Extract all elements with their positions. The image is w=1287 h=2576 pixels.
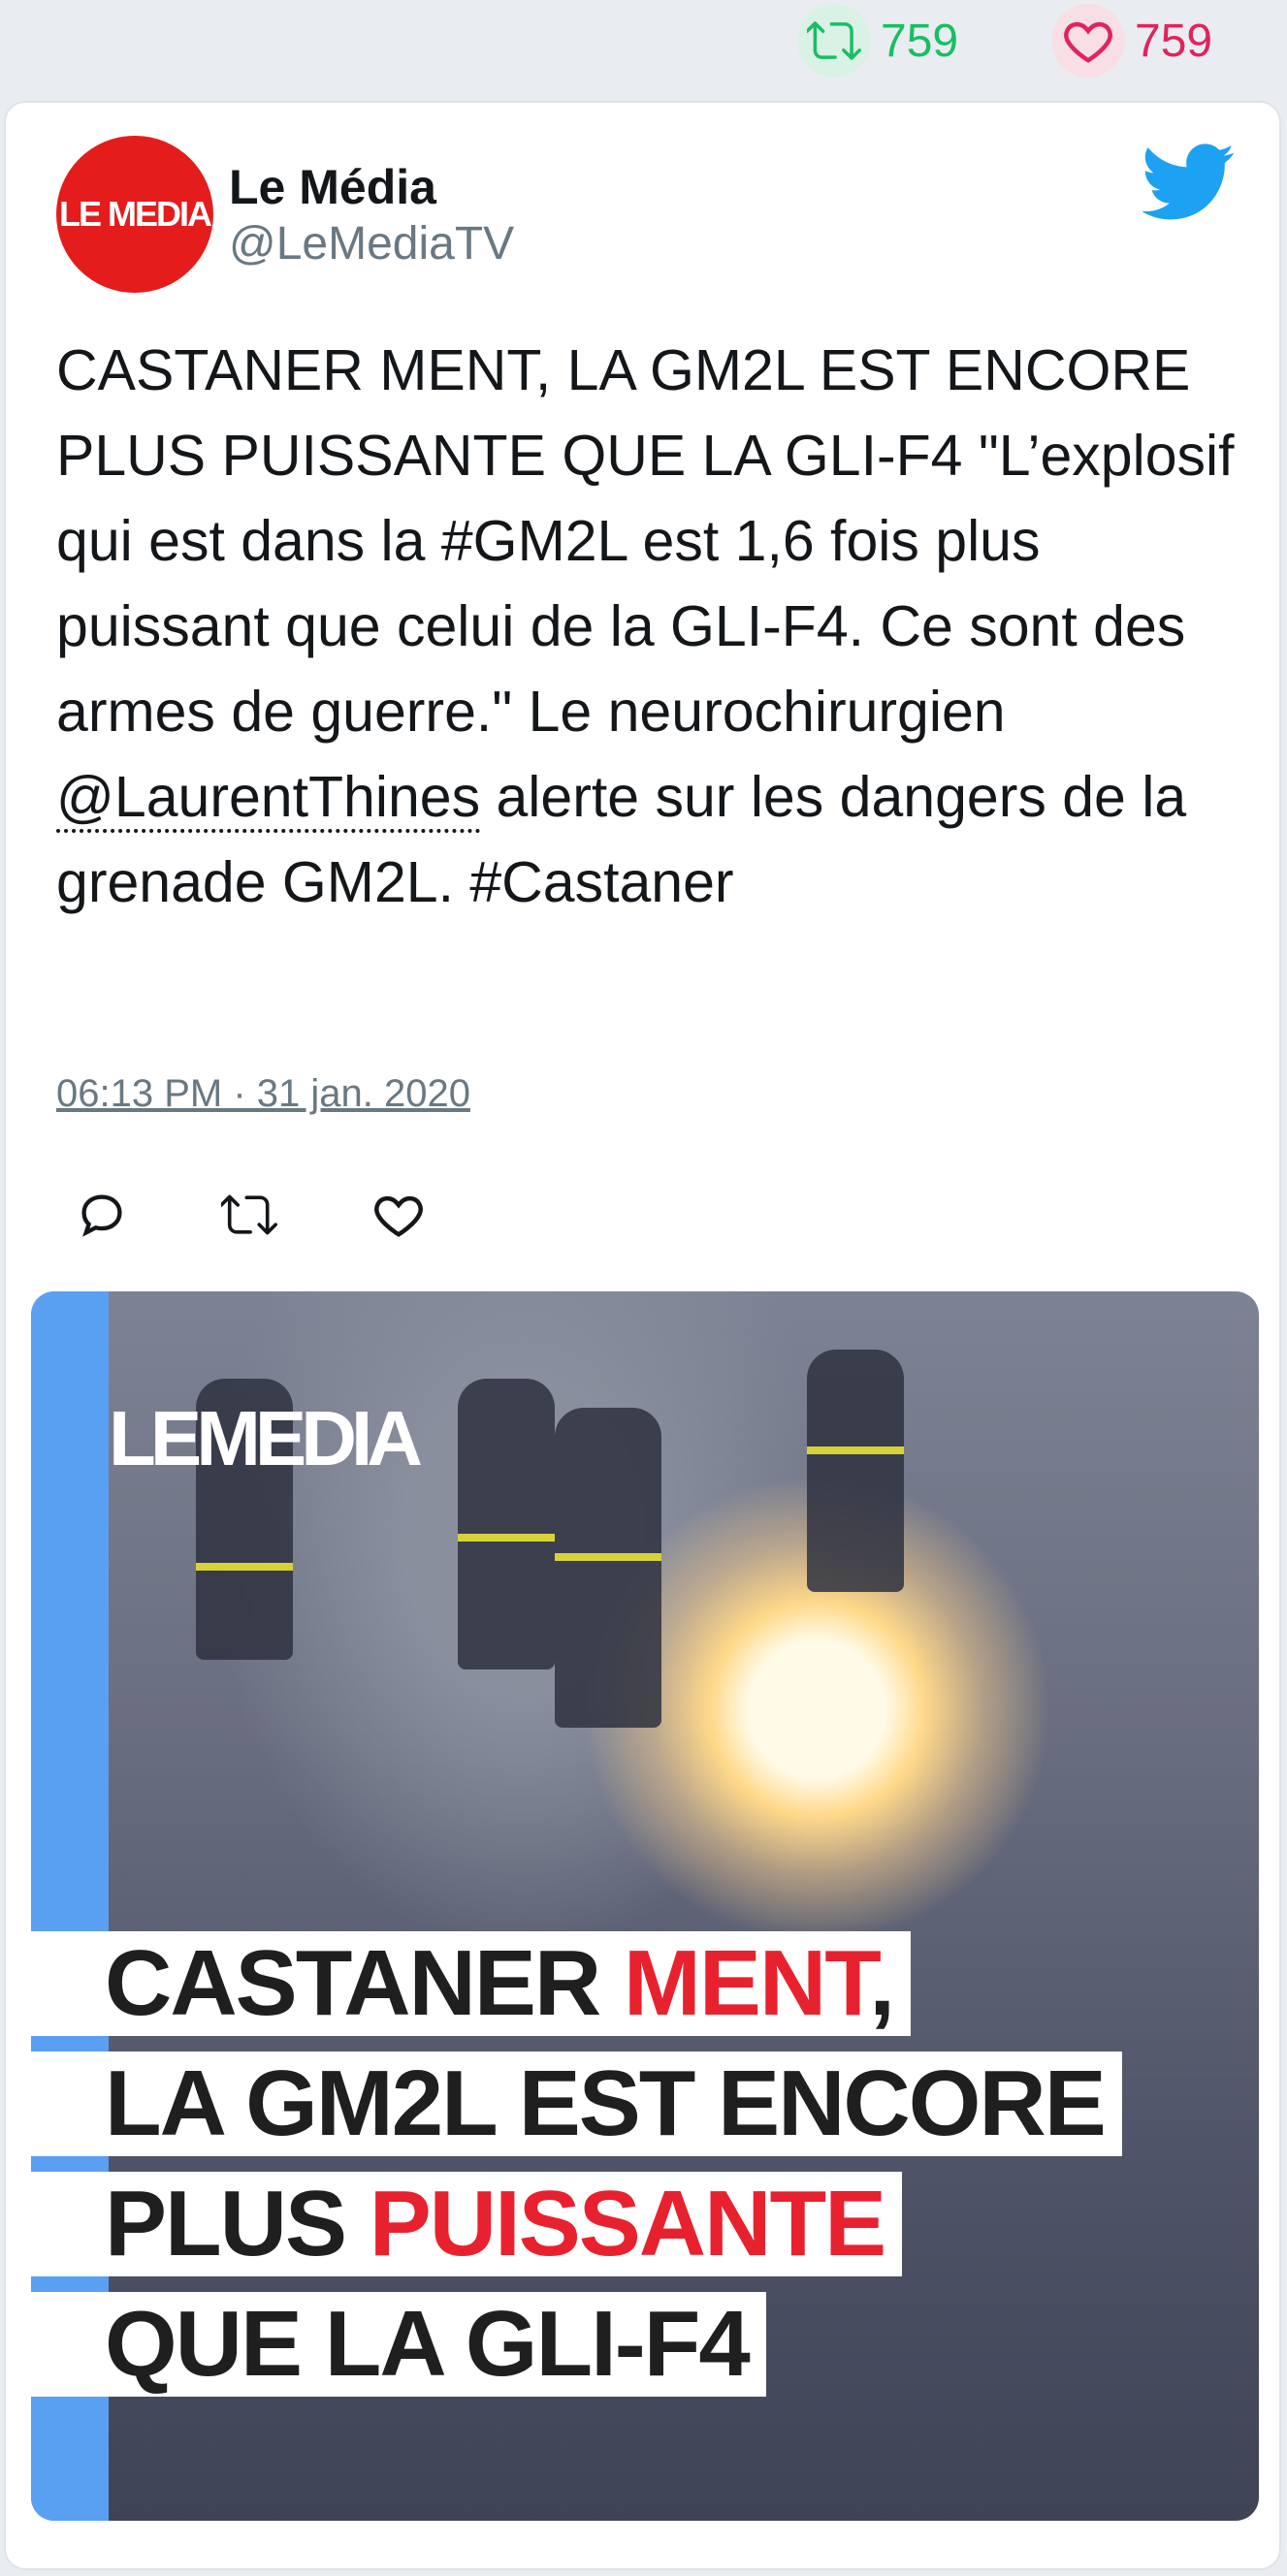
headline-line: QUE LA GLI-F4: [31, 2292, 766, 2397]
reflective-stripe: [196, 1563, 293, 1571]
reflective-stripe: [807, 1447, 904, 1454]
twitter-bird-icon[interactable]: [1142, 143, 1236, 221]
retweet-count-value: 759: [881, 15, 959, 67]
like-icon[interactable]: [365, 1181, 433, 1249]
headline-line: LA GM2L EST ENCORE: [31, 2051, 1122, 2156]
tweet-card: LE MEDIA Le Média @LeMediaTV CASTANER ME…: [4, 101, 1281, 2570]
reflective-stripe: [458, 1534, 555, 1542]
retweet-icon: [797, 4, 871, 78]
tweet-text: CASTANER MENT, LA GM2L EST ENCORE PLUS P…: [56, 328, 1249, 925]
heart-icon: [1051, 4, 1125, 78]
media-logo: LEMEDIA: [109, 1395, 423, 1481]
firefighter-figure: [458, 1379, 555, 1670]
firefighter-figure: [555, 1408, 661, 1728]
reflective-stripe: [555, 1553, 661, 1561]
engagement-stats: 759 759: [0, 0, 1287, 97]
author-name[interactable]: Le Média: [229, 159, 436, 215]
author-handle[interactable]: @LeMediaTV: [229, 217, 514, 270]
retweet-count[interactable]: 759: [797, 0, 958, 81]
avatar-logo-text: LE MEDIA: [58, 194, 212, 234]
tweet-media-image[interactable]: LEMEDIA CASTANER MENT, LA GM2L EST ENCOR…: [31, 1291, 1259, 2521]
reply-icon[interactable]: [68, 1181, 136, 1249]
timestamp-link[interactable]: 06:13 PM · 31 jan. 2020: [56, 1072, 470, 1116]
headline-line: PLUS PUISSANTE: [31, 2172, 903, 2276]
retweet-action-icon[interactable]: [215, 1181, 283, 1249]
like-count[interactable]: 759: [1051, 0, 1212, 81]
tweet-text-part1: CASTANER MENT, LA GM2L EST ENCORE PLUS P…: [56, 338, 1235, 744]
firefighter-figure: [807, 1350, 904, 1592]
avatar[interactable]: LE MEDIA: [56, 136, 213, 293]
headline-line: CASTANER MENT,: [31, 1931, 911, 2036]
mention-link[interactable]: @LaurentThines: [56, 765, 481, 833]
like-count-value: 759: [1135, 15, 1213, 67]
